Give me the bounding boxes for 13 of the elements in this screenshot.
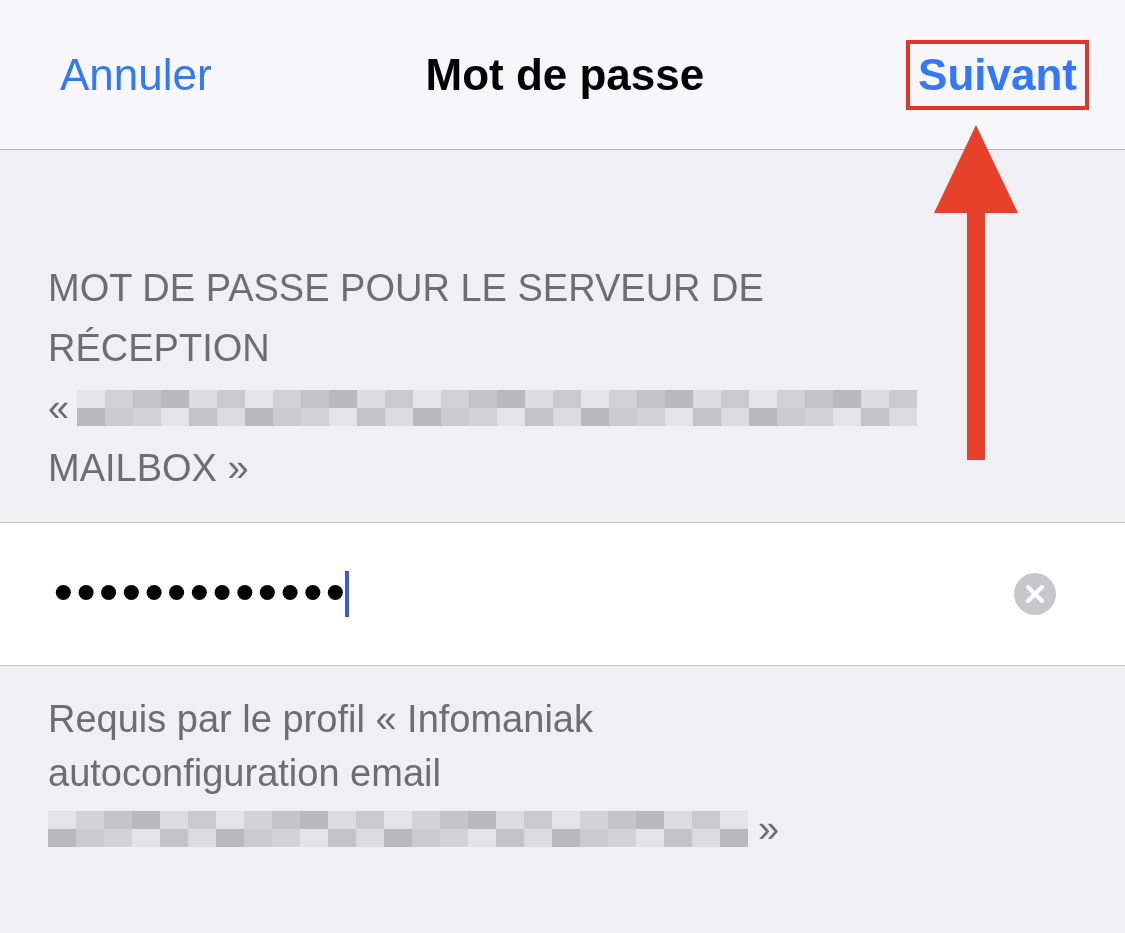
footer-text: autoconfiguration email — [48, 751, 442, 796]
page-title: Mot de passe — [425, 49, 705, 100]
next-button[interactable]: Suivant — [906, 39, 1089, 110]
section-header-text: MOT DE PASSE POUR LE SERVEUR DE — [48, 266, 764, 311]
password-value: ••••••••••••• — [48, 564, 343, 624]
quote-mark: « — [48, 386, 70, 431]
quote-mark: » — [758, 807, 780, 852]
cancel-button[interactable]: Annuler — [48, 39, 224, 110]
footer-text: Requis par le profil « Infomaniak — [48, 697, 594, 742]
section-header-text: MAILBOX » — [48, 446, 249, 491]
section-header-text: RÉCEPTION — [48, 326, 270, 371]
password-field[interactable]: ••••••••••••• — [0, 522, 1125, 666]
clear-icon[interactable] — [1013, 572, 1057, 616]
